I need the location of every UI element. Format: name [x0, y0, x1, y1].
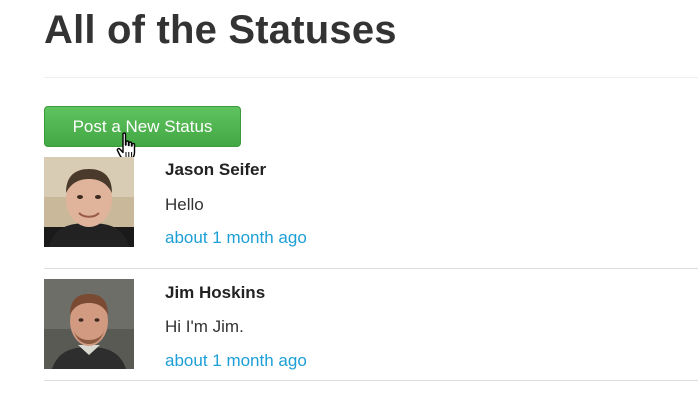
status-author-name[interactable]: Jason Seifer	[165, 160, 266, 180]
avatar-jason-seifer	[44, 157, 134, 247]
title-divider	[44, 77, 698, 78]
status-timestamp-link[interactable]: about 1 month ago	[165, 228, 307, 248]
status-content: Hello	[165, 195, 204, 214]
post-new-status-button[interactable]: Post a New Status	[44, 106, 241, 147]
status-timestamp-link[interactable]: about 1 month ago	[165, 351, 307, 371]
status-list: Jason Seifer Hello about 1 month ago Jim	[44, 157, 698, 381]
status-item: Jim Hoskins Hi I'm Jim. about 1 month ag…	[44, 269, 698, 381]
avatar-jim-hoskins	[44, 279, 134, 369]
status-item: Jason Seifer Hello about 1 month ago	[44, 157, 698, 269]
page-title: All of the Statuses	[44, 8, 397, 52]
status-content: Hi I'm Jim.	[165, 317, 244, 336]
page: All of the Statuses Post a New Status Ja…	[0, 0, 698, 412]
status-author-name[interactable]: Jim Hoskins	[165, 283, 265, 303]
